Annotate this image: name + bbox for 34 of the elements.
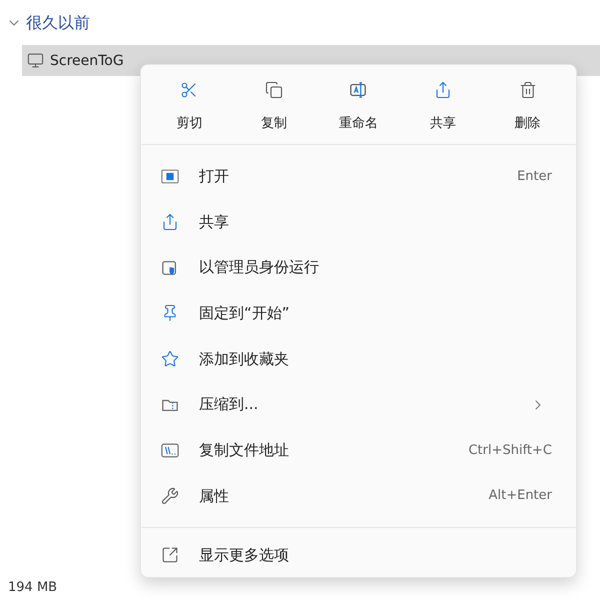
monitor-icon bbox=[27, 52, 44, 69]
shortcut-text: Alt+Enter bbox=[488, 487, 552, 506]
trash-icon bbox=[518, 81, 537, 99]
star-icon bbox=[161, 350, 179, 368]
menu-item[interactable]: 压缩到... bbox=[141, 382, 576, 428]
wrench-icon bbox=[161, 487, 179, 506]
menu-item[interactable]: 固定到“开始” bbox=[141, 290, 576, 336]
share-icon bbox=[434, 81, 452, 99]
menu-item[interactable]: 复制文件地址 Ctrl+Shift+C bbox=[141, 428, 576, 474]
expand-icon bbox=[161, 546, 179, 564]
menu-item[interactable]: 显示更多选项 bbox=[141, 534, 576, 577]
shortcut-text: Ctrl+Shift+C bbox=[468, 442, 552, 460]
toolbar-button[interactable]: 共享 bbox=[400, 77, 486, 137]
window-icon bbox=[161, 168, 179, 184]
file-name: ScreenToG bbox=[50, 54, 124, 68]
copy-icon bbox=[264, 81, 283, 99]
menu-item[interactable]: 以管理员身份运行 bbox=[141, 244, 576, 290]
shortcut-text: Enter bbox=[517, 168, 552, 186]
window-shield-icon bbox=[161, 258, 179, 277]
menu-item[interactable]: 添加到收藏夹 bbox=[141, 336, 576, 382]
pin-icon bbox=[161, 304, 179, 322]
menu-item[interactable]: 打开 Enter bbox=[141, 153, 576, 200]
toolbar-button[interactable]: 剪切 bbox=[147, 77, 232, 137]
path-icon bbox=[161, 442, 179, 458]
status-size: 194 MB bbox=[8, 579, 58, 597]
scissors-icon bbox=[180, 81, 198, 99]
menu-item[interactable]: 共享 bbox=[141, 199, 576, 245]
rename-icon bbox=[349, 81, 368, 99]
share-icon bbox=[161, 212, 179, 231]
toolbar-button[interactable]: 复制 bbox=[232, 77, 316, 137]
menu-item[interactable]: 属性 Alt+Enter bbox=[141, 473, 576, 519]
group-title: 很久以前 bbox=[26, 12, 90, 34]
toolbar-button[interactable]: 重命名 bbox=[316, 77, 401, 137]
toolbar-button[interactable]: 删除 bbox=[485, 77, 570, 137]
